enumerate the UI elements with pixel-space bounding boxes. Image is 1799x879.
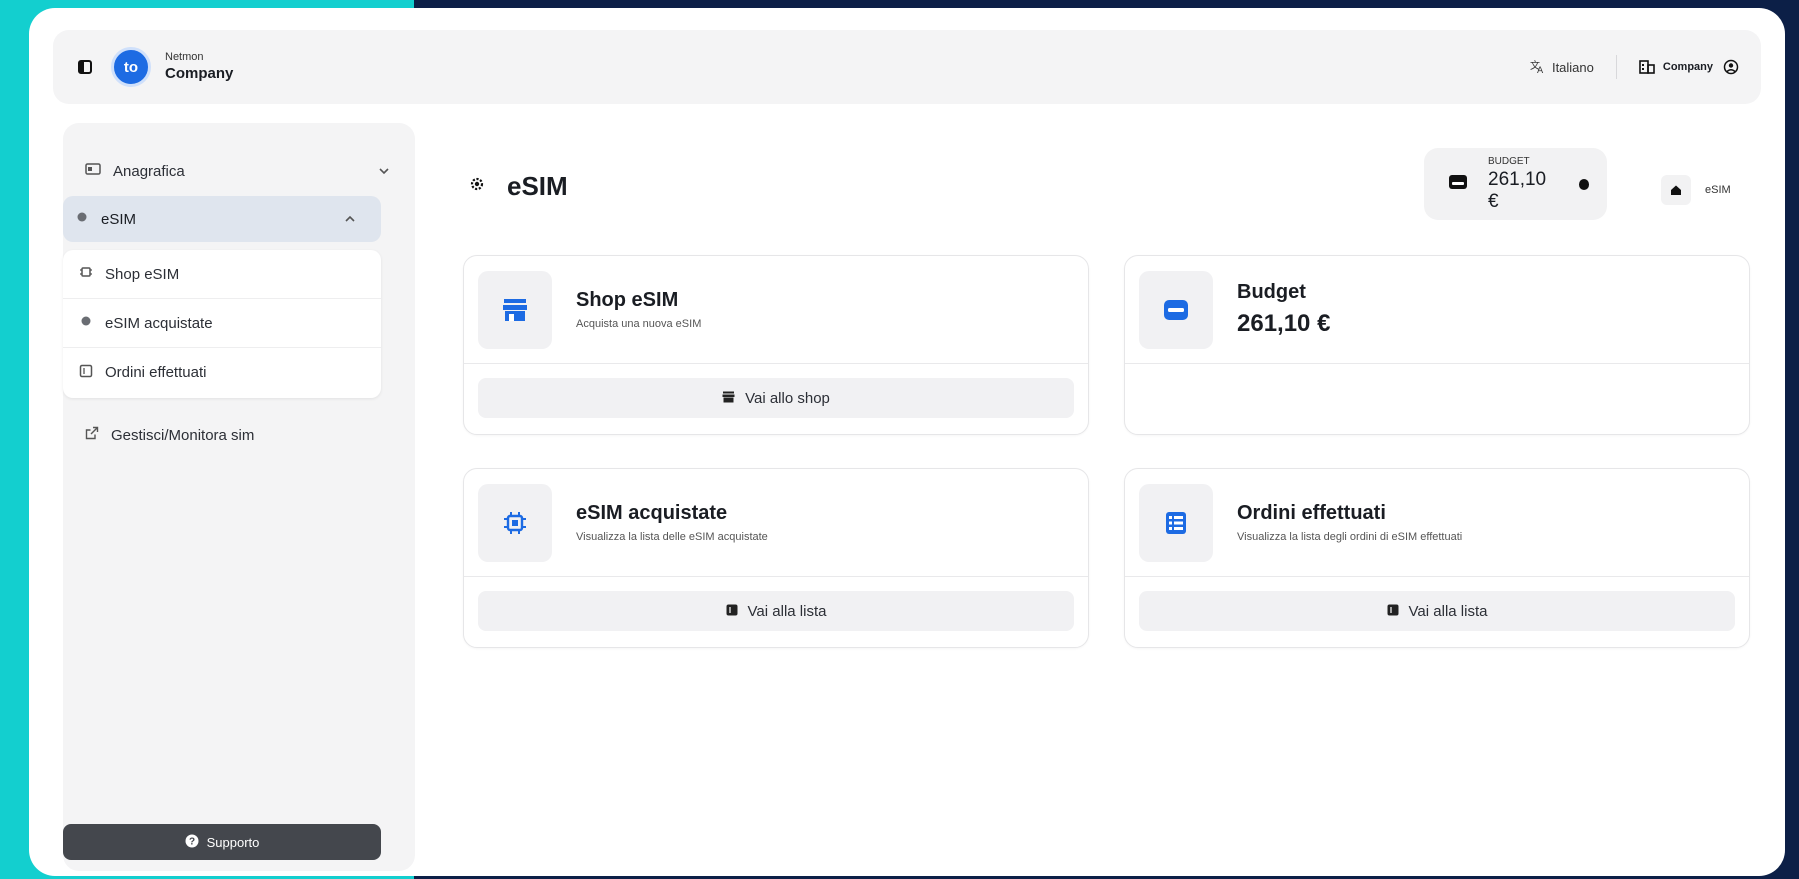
dot-icon bbox=[79, 314, 93, 332]
store-icon bbox=[478, 270, 552, 349]
sidebar-item-label: Gestisci/Monitora sim bbox=[111, 426, 255, 444]
card-text: eSIM acquistate Visualizza la lista dell… bbox=[576, 502, 768, 543]
view-esim-list-button[interactable]: Vai alla lista bbox=[478, 591, 1074, 631]
budget-widget-label: BUDGET bbox=[1488, 155, 1530, 167]
card-header: eSIM acquistate Visualizza la lista dell… bbox=[464, 469, 1088, 577]
card-title: Budget bbox=[1237, 281, 1306, 303]
card-subtitle: Visualizza la lista degli ordini di eSIM… bbox=[1237, 531, 1463, 543]
card-header: Budget 261,10 € bbox=[1125, 256, 1749, 364]
chip-icon bbox=[478, 483, 552, 562]
dot-icon bbox=[75, 210, 89, 228]
help-icon: ? bbox=[185, 834, 199, 851]
submenu-item-label: Shop eSIM bbox=[105, 265, 180, 283]
card-budget: Budget 261,10 € bbox=[1124, 255, 1750, 435]
submenu-item-label: Ordini effettuati bbox=[105, 364, 207, 381]
brand-company-name: Company bbox=[165, 64, 234, 82]
header-actions: 文A Italiano Company bbox=[1530, 55, 1739, 79]
budget-value: 261,10 € bbox=[1237, 310, 1331, 337]
svg-text:?: ? bbox=[189, 836, 195, 847]
submenu-item-label: eSIM acquistate bbox=[105, 314, 213, 332]
list-icon bbox=[1387, 603, 1399, 620]
chip-icon bbox=[79, 265, 93, 283]
building-icon bbox=[1639, 58, 1655, 77]
sidebar-item-label: eSIM bbox=[101, 210, 137, 228]
sidebar-item-gestisci-monitora[interactable]: Gestisci/Monitora sim bbox=[63, 412, 415, 458]
status-dot-icon bbox=[1578, 178, 1589, 190]
chevron-down-icon bbox=[379, 167, 389, 175]
go-to-shop-button[interactable]: Vai allo shop bbox=[478, 378, 1074, 418]
sidebar-item-anagrafica[interactable]: Anagrafica bbox=[63, 148, 415, 194]
budget-widget[interactable]: BUDGET 261,10 € bbox=[1424, 148, 1607, 220]
card-text: Ordini effettuati Visualizza la lista de… bbox=[1237, 502, 1462, 543]
button-label: Vai allo shop bbox=[745, 389, 830, 407]
brand-small-label: Netmon bbox=[165, 50, 204, 63]
brand: Netmon Company bbox=[165, 51, 233, 84]
card-esim-acquistate: eSIM acquistate Visualizza la lista dell… bbox=[463, 468, 1089, 648]
company-logo: to bbox=[111, 47, 151, 87]
support-label: Supporto bbox=[206, 834, 260, 850]
home-icon[interactable] bbox=[1661, 175, 1691, 205]
button-label: Vai alla lista bbox=[747, 602, 827, 620]
page-title: eSIM bbox=[507, 171, 568, 201]
card-text: Shop eSIM Acquista una nuova eSIM bbox=[576, 289, 701, 330]
list-icon bbox=[1139, 483, 1213, 562]
header-divider bbox=[1615, 55, 1617, 79]
card-title: Ordini effettuati bbox=[1237, 502, 1386, 524]
card-title: Shop eSIM bbox=[576, 289, 679, 311]
sidebar-item-esim[interactable]: eSIM bbox=[63, 196, 381, 242]
list-icon bbox=[79, 364, 93, 382]
sidebar-toggle-icon[interactable] bbox=[73, 55, 97, 79]
store-icon bbox=[722, 390, 735, 407]
app-window: to Netmon Company 文A Italiano Company An… bbox=[29, 8, 1785, 876]
card-shop-esim: Shop eSIM Acquista una nuova eSIM Vai al… bbox=[463, 255, 1089, 435]
view-orders-list-button[interactable]: Vai alla lista bbox=[1139, 591, 1735, 631]
page-title-row: eSIM bbox=[469, 171, 568, 202]
submenu-item-ordini-effettuati[interactable]: Ordini effettuati bbox=[63, 348, 381, 397]
card-header: Shop eSIM Acquista una nuova eSIM bbox=[464, 256, 1088, 364]
language-label: Italiano bbox=[1551, 59, 1594, 75]
wallet-icon bbox=[1448, 174, 1468, 195]
submenu-item-shop-esim[interactable]: Shop eSIM bbox=[63, 250, 381, 299]
translate-icon: 文A bbox=[1530, 58, 1546, 77]
esim-submenu: Shop eSIM eSIM acquistate Ordini effettu… bbox=[63, 250, 381, 398]
language-selector[interactable]: 文A Italiano bbox=[1530, 58, 1594, 77]
support-button[interactable]: ? Supporto bbox=[63, 824, 381, 860]
card-text: Budget 261,10 € bbox=[1237, 281, 1330, 338]
list-icon bbox=[726, 603, 738, 620]
budget-widget-value: 261,10 € bbox=[1488, 168, 1547, 212]
company-selector[interactable]: Company bbox=[1639, 58, 1713, 77]
user-icon[interactable] bbox=[1723, 59, 1739, 75]
button-label: Vai alla lista bbox=[1408, 602, 1488, 620]
card-subtitle: Visualizza la lista delle eSIM acquistat… bbox=[576, 531, 768, 543]
id-card-icon bbox=[85, 162, 101, 180]
card-ordini-effettuati: Ordini effettuati Visualizza la lista de… bbox=[1124, 468, 1750, 648]
svg-text:A: A bbox=[1537, 66, 1544, 74]
wallet-icon bbox=[1139, 270, 1213, 349]
breadcrumb-current: eSIM bbox=[1705, 184, 1731, 196]
submenu-item-esim-acquistate[interactable]: eSIM acquistate bbox=[63, 299, 381, 348]
gear-icon bbox=[469, 176, 485, 197]
budget-widget-text: BUDGET 261,10 € bbox=[1488, 156, 1559, 213]
breadcrumb: eSIM bbox=[1661, 175, 1731, 205]
company-label: Company bbox=[1662, 61, 1713, 73]
chevron-up-icon bbox=[345, 215, 355, 223]
card-header: Ordini effettuati Visualizza la lista de… bbox=[1125, 469, 1749, 577]
card-title: eSIM acquistate bbox=[576, 502, 728, 524]
external-link-icon bbox=[85, 426, 99, 444]
top-header: to Netmon Company 文A Italiano Company bbox=[53, 30, 1761, 104]
card-subtitle: Acquista una nuova eSIM bbox=[576, 318, 702, 330]
sidebar-item-label: Anagrafica bbox=[113, 162, 185, 180]
